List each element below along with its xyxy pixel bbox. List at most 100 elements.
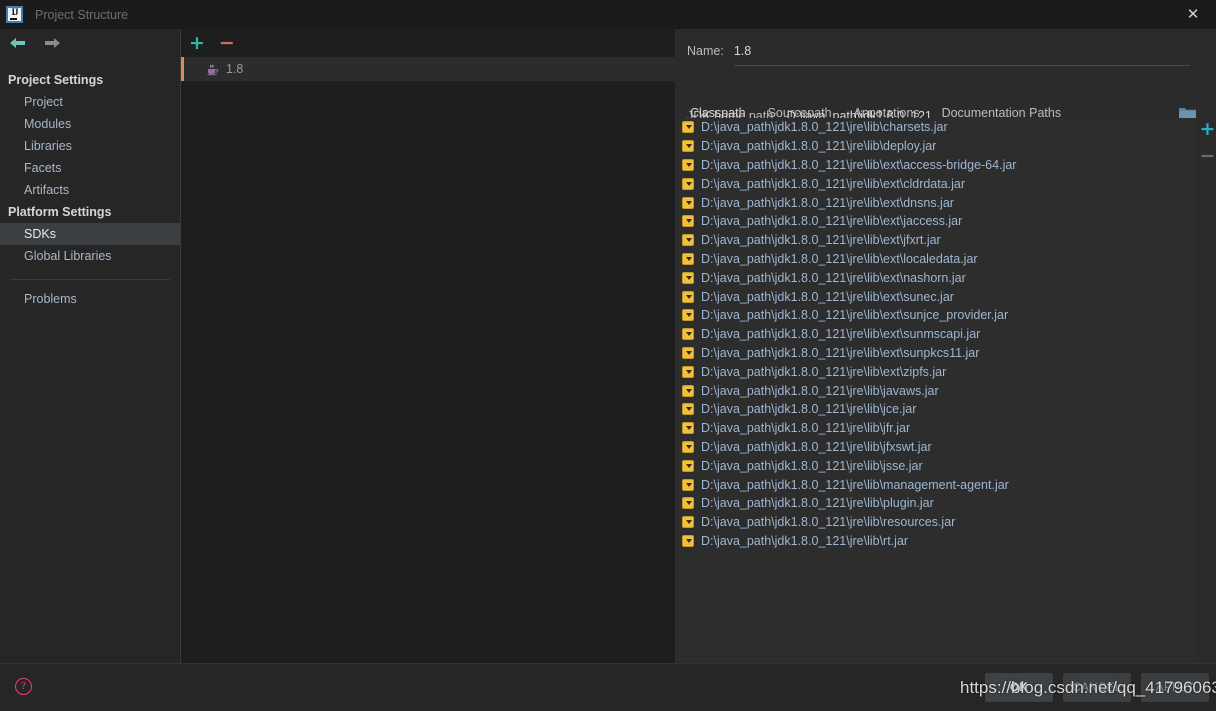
classpath-entry-label: D:\java_path\jdk1.8.0_121\jre\lib\ext\na… bbox=[701, 270, 966, 285]
classpath-entry-row[interactable]: D:\java_path\jdk1.8.0_121\jre\lib\rt.jar bbox=[675, 532, 1195, 551]
classpath-entry-label: D:\java_path\jdk1.8.0_121\jre\lib\ext\ac… bbox=[701, 157, 1017, 172]
jar-archive-icon bbox=[682, 290, 694, 303]
classpath-list-toolbar: + − bbox=[1199, 120, 1216, 166]
sidebar-group-platform-settings: Platform Settings bbox=[8, 205, 112, 219]
classpath-entry-row[interactable]: D:\java_path\jdk1.8.0_121\jre\lib\jce.ja… bbox=[675, 400, 1195, 419]
classpath-entry-row[interactable]: D:\java_path\jdk1.8.0_121\jre\lib\plugin… bbox=[675, 494, 1195, 513]
close-icon[interactable]: ✕ bbox=[1170, 0, 1216, 29]
intellij-logo-icon bbox=[6, 6, 23, 23]
sdk-toolbar: + − bbox=[181, 29, 675, 57]
forward-arrow-icon[interactable] bbox=[42, 36, 62, 50]
jar-archive-icon bbox=[682, 309, 694, 322]
jar-archive-icon bbox=[682, 478, 694, 491]
classpath-entry-label: D:\java_path\jdk1.8.0_121\jre\lib\javaws… bbox=[701, 383, 939, 398]
classpath-entry-row[interactable]: D:\java_path\jdk1.8.0_121\jre\lib\ext\su… bbox=[675, 287, 1195, 306]
jar-archive-icon bbox=[682, 140, 694, 153]
classpath-entry-label: D:\java_path\jdk1.8.0_121\jre\lib\ext\lo… bbox=[701, 251, 978, 266]
sidebar-item-facets[interactable]: Facets bbox=[0, 157, 180, 179]
classpath-entry-label: D:\java_path\jdk1.8.0_121\jre\lib\ext\su… bbox=[701, 327, 981, 342]
jar-archive-icon bbox=[682, 384, 694, 397]
sidebar-item-libraries[interactable]: Libraries bbox=[0, 135, 180, 157]
sidebar-list: Project Settings Project Modules Librari… bbox=[0, 69, 180, 310]
classpath-entry-label: D:\java_path\jdk1.8.0_121\jre\lib\ext\su… bbox=[701, 308, 1009, 323]
add-classpath-entry-icon[interactable]: + bbox=[1200, 120, 1216, 139]
name-input[interactable]: 1.8 bbox=[733, 42, 1190, 66]
classpath-entry-row[interactable]: D:\java_path\jdk1.8.0_121\jre\lib\jfxswt… bbox=[675, 438, 1195, 457]
classpath-entry-label: D:\java_path\jdk1.8.0_121\jre\lib\jfxswt… bbox=[701, 439, 932, 454]
classpath-entry-label: D:\java_path\jdk1.8.0_121\jre\lib\ext\zi… bbox=[701, 364, 947, 379]
sidebar: Project Settings Project Modules Librari… bbox=[0, 29, 180, 663]
help-icon[interactable]: ? bbox=[15, 678, 32, 695]
classpath-entry-row[interactable]: D:\java_path\jdk1.8.0_121\jre\lib\ext\zi… bbox=[675, 362, 1195, 381]
classpath-entry-row[interactable]: D:\java_path\jdk1.8.0_121\jre\lib\ext\ja… bbox=[675, 212, 1195, 231]
jar-archive-icon bbox=[682, 234, 694, 247]
sdk-list-panel: + − 1.8 bbox=[180, 29, 675, 663]
sidebar-item-project[interactable]: Project bbox=[0, 91, 180, 113]
classpath-entry-row[interactable]: D:\java_path\jdk1.8.0_121\jre\lib\jfr.ja… bbox=[675, 419, 1195, 438]
sdk-list-item-1-8[interactable]: 1.8 bbox=[181, 57, 675, 81]
sidebar-item-problems[interactable]: Problems bbox=[0, 288, 180, 310]
jar-archive-icon bbox=[682, 271, 694, 284]
jar-archive-icon bbox=[682, 365, 694, 378]
classpath-entry-label: D:\java_path\jdk1.8.0_121\jre\lib\manage… bbox=[701, 477, 1009, 492]
jar-archive-icon bbox=[682, 346, 694, 359]
classpath-entry-row[interactable]: D:\java_path\jdk1.8.0_121\jre\lib\resour… bbox=[675, 513, 1195, 532]
classpath-entry-row[interactable]: D:\java_path\jdk1.8.0_121\jre\lib\ext\cl… bbox=[675, 174, 1195, 193]
sidebar-item-modules[interactable]: Modules bbox=[0, 113, 180, 135]
remove-classpath-entry-icon[interactable]: − bbox=[1200, 147, 1216, 166]
classpath-entry-label: D:\java_path\jdk1.8.0_121\jre\lib\jce.ja… bbox=[701, 402, 917, 417]
java-coffee-icon bbox=[205, 62, 219, 76]
classpath-entry-label: D:\java_path\jdk1.8.0_121\jre\lib\resour… bbox=[701, 515, 956, 530]
classpath-entry-row[interactable]: D:\java_path\jdk1.8.0_121\jre\lib\ext\su… bbox=[675, 344, 1195, 363]
jar-archive-icon bbox=[682, 497, 694, 510]
classpath-entry-row[interactable]: D:\java_path\jdk1.8.0_121\jre\lib\ext\lo… bbox=[675, 250, 1195, 269]
classpath-entry-label: D:\java_path\jdk1.8.0_121\jre\lib\jsse.j… bbox=[701, 458, 923, 473]
classpath-entry-row[interactable]: D:\java_path\jdk1.8.0_121\jre\lib\javaws… bbox=[675, 381, 1195, 400]
name-field-row: Name: 1.8 bbox=[675, 42, 1216, 66]
classpath-entry-label: D:\java_path\jdk1.8.0_121\jre\lib\jfr.ja… bbox=[701, 421, 911, 436]
jar-archive-icon bbox=[682, 196, 694, 209]
back-arrow-icon[interactable] bbox=[8, 36, 28, 50]
classpath-entry-label: D:\java_path\jdk1.8.0_121\jre\lib\charse… bbox=[701, 120, 948, 135]
jar-archive-icon bbox=[682, 403, 694, 416]
jar-archive-icon bbox=[682, 459, 694, 472]
classpath-entry-row[interactable]: D:\java_path\jdk1.8.0_121\jre\lib\jsse.j… bbox=[675, 456, 1195, 475]
jar-archive-icon bbox=[682, 440, 694, 453]
remove-sdk-icon[interactable]: − bbox=[219, 33, 235, 53]
add-sdk-icon[interactable]: + bbox=[189, 33, 205, 53]
classpath-entry-row[interactable]: D:\java_path\jdk1.8.0_121\jre\lib\charse… bbox=[675, 118, 1195, 137]
jar-archive-icon bbox=[682, 422, 694, 435]
classpath-entry-row[interactable]: D:\java_path\jdk1.8.0_121\jre\lib\manage… bbox=[675, 475, 1195, 494]
sdk-list-item-label: 1.8 bbox=[226, 62, 244, 76]
sidebar-item-artifacts[interactable]: Artifacts bbox=[0, 179, 180, 201]
jar-archive-icon bbox=[682, 121, 694, 134]
classpath-entry-label: D:\java_path\jdk1.8.0_121\jre\lib\ext\ja… bbox=[701, 214, 963, 229]
classpath-entry-list[interactable]: D:\java_path\jdk1.8.0_121\jre\lib\charse… bbox=[675, 118, 1195, 662]
classpath-entry-label: D:\java_path\jdk1.8.0_121\jre\lib\ext\dn… bbox=[701, 195, 954, 210]
jar-archive-icon bbox=[682, 516, 694, 529]
classpath-entry-label: D:\java_path\jdk1.8.0_121\jre\lib\ext\su… bbox=[701, 345, 980, 360]
classpath-entry-row[interactable]: D:\java_path\jdk1.8.0_121\jre\lib\ext\su… bbox=[675, 325, 1195, 344]
classpath-entry-label: D:\java_path\jdk1.8.0_121\jre\lib\plugin… bbox=[701, 496, 934, 511]
classpath-entry-row[interactable]: D:\java_path\jdk1.8.0_121\jre\lib\ext\ac… bbox=[675, 156, 1195, 175]
classpath-entry-row[interactable]: D:\java_path\jdk1.8.0_121\jre\lib\ext\su… bbox=[675, 306, 1195, 325]
classpath-entry-row[interactable]: D:\java_path\jdk1.8.0_121\jre\lib\ext\na… bbox=[675, 268, 1195, 287]
watermark-text: https://blog.csdn.net/qq_41796063 bbox=[960, 678, 1216, 697]
classpath-entry-label: D:\java_path\jdk1.8.0_121\jre\lib\deploy… bbox=[701, 139, 937, 154]
jar-archive-icon bbox=[682, 328, 694, 341]
jar-archive-icon bbox=[682, 215, 694, 228]
sidebar-item-sdks[interactable]: SDKs bbox=[0, 223, 180, 245]
classpath-entry-label: D:\java_path\jdk1.8.0_121\jre\lib\ext\jf… bbox=[701, 233, 941, 248]
name-value: 1.8 bbox=[733, 44, 752, 58]
classpath-entry-row[interactable]: D:\java_path\jdk1.8.0_121\jre\lib\deploy… bbox=[675, 137, 1195, 156]
classpath-entry-label: D:\java_path\jdk1.8.0_121\jre\lib\ext\cl… bbox=[701, 176, 966, 191]
name-label: Name: bbox=[687, 44, 724, 58]
classpath-entry-label: D:\java_path\jdk1.8.0_121\jre\lib\rt.jar bbox=[701, 533, 909, 548]
classpath-entry-label: D:\java_path\jdk1.8.0_121\jre\lib\ext\su… bbox=[701, 289, 954, 304]
classpath-entry-row[interactable]: D:\java_path\jdk1.8.0_121\jre\lib\ext\jf… bbox=[675, 231, 1195, 250]
jar-archive-icon bbox=[682, 158, 694, 171]
sidebar-item-global-libraries[interactable]: Global Libraries bbox=[0, 245, 180, 267]
classpath-entry-row[interactable]: D:\java_path\jdk1.8.0_121\jre\lib\ext\dn… bbox=[675, 193, 1195, 212]
sidebar-group-project-settings: Project Settings bbox=[8, 73, 104, 87]
jar-archive-icon bbox=[682, 534, 694, 547]
